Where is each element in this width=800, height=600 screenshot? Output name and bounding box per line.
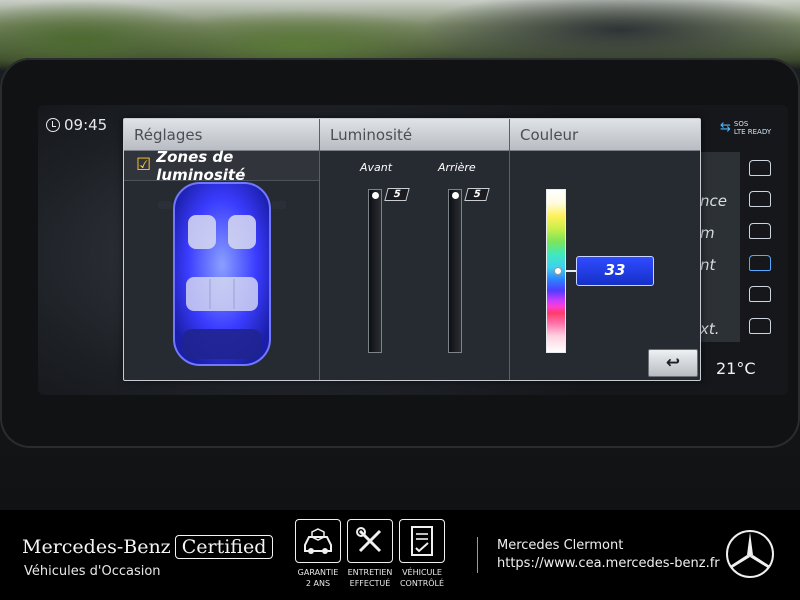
menu-item-partial-1[interactable]: nce [700,192,727,210]
sos-indicator: ⇆ SOS LTE READY [720,120,771,136]
car-sound-icon[interactable] [749,254,771,271]
background-menu-panel [700,152,740,342]
menu-item-partial-4[interactable]: xt. [700,320,720,338]
brand-subtitle: Véhicules d'Occasion [24,564,161,579]
menu-item-partial-3[interactable]: nt [700,256,715,274]
front-label: Avant [360,161,393,174]
car-shield-icon [295,519,341,563]
car-settings-icon[interactable] [749,318,771,335]
ambient-lighting-dialog: Réglages ☑ Zones de luminosité Luminosit… [123,118,701,381]
clock-icon [46,118,60,132]
settings-header: Réglages [124,119,319,151]
checkbox-checked-icon[interactable]: ☑ [136,157,151,174]
seat-massage-icon[interactable] [749,159,771,176]
car-interior-photo: 09:45 ⇆ SOS LTE READY nce m nt xt. 21°C … [0,0,800,510]
back-button[interactable]: ↩ [648,349,698,377]
car-top-view-icon [158,182,286,366]
footer-divider [477,537,478,573]
menu-item-partial-2[interactable]: m [700,224,715,242]
front-slider-handle[interactable] [372,192,379,199]
color-slider-handle[interactable] [554,267,562,275]
time-label: 09:45 [64,116,108,134]
rear-brightness-slider[interactable] [448,189,462,353]
zones-option[interactable]: ☑ Zones de luminosité [124,148,319,184]
checklist-icon [399,519,445,563]
badge-inspected-caption: VÉHICULE CONTRÔLÉ [399,568,445,588]
rear-label: Arrière [438,161,476,174]
tools-icon [347,519,393,563]
data-transfer-icon: ⇆ [720,120,731,135]
rear-slider-handle[interactable] [452,192,459,199]
status-clock: 09:45 [46,116,107,134]
seat-function-icons [741,152,779,342]
color-header: Couleur [510,119,700,151]
brand-name: Mercedes-Benz [22,536,171,558]
certified-box: Certified [174,535,274,559]
color-column: Couleur 33 ↩ [510,119,700,380]
lte-ready-label: LTE READY [733,128,772,136]
settings-column: Réglages ☑ Zones de luminosité [124,119,320,380]
temperature-readout: 21°C [716,359,756,378]
dealer-name: Mercedes Clermont [497,538,624,553]
mercedes-star-logo [726,530,774,578]
brightness-column: Luminosité Avant Arrière 5 5 [320,119,510,380]
seat-heating-icon[interactable] [749,191,771,208]
car-front-icon[interactable] [749,223,771,240]
rear-value-tag: 5 [464,188,490,201]
color-value-display: 33 [576,256,654,286]
sos-label: SOS [733,120,749,128]
front-brightness-slider[interactable] [368,189,382,353]
dealer-url[interactable]: https://www.cea.mercedes-benz.fr [497,556,720,571]
front-value-tag: 5 [384,188,410,201]
car-ambient-icon[interactable] [749,286,771,303]
brand-logo-text: Mercedes-Benz Certified [22,535,274,559]
brightness-header: Luminosité [320,119,509,151]
